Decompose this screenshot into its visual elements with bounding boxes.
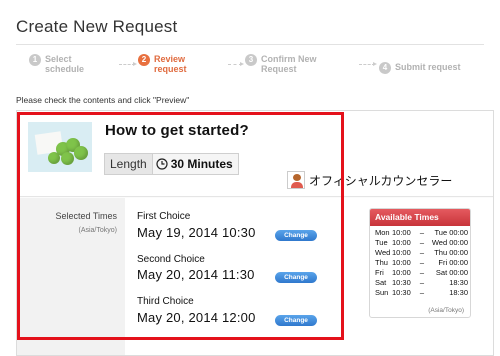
available-times-row: Mon 10:00– Tue 00:00 <box>375 228 468 237</box>
step-confirm-new-request: 3 Confirm New Request <box>245 54 317 74</box>
available-times-title: Available Times <box>370 209 470 226</box>
step-number: 4 <box>379 62 391 74</box>
step-number: 2 <box>138 54 150 66</box>
step-arrow <box>359 62 377 66</box>
available-times-row: Tue 10:00– Wed 00:00 <box>375 238 468 247</box>
step-review-request: 2 Review request <box>138 54 187 74</box>
step-number: 1 <box>29 54 41 66</box>
available-times-list: Mon 10:00– Tue 00:00 Tue 10:00– Wed 00:00 We… <box>370 226 470 298</box>
progress-steps: 1 Select schedule 2 Review request 3 Confi… <box>16 54 486 80</box>
step-label: Review request <box>154 54 187 74</box>
available-times-row: Sat 10:30–18:30 <box>375 278 468 287</box>
title-divider <box>16 44 484 45</box>
available-times-row: Wed 10:00– Thu 00:00 <box>375 248 468 257</box>
step-arrow <box>228 62 244 66</box>
highlight-frame <box>17 112 344 340</box>
step-number: 3 <box>245 54 257 66</box>
available-times-row: Fri 10:00– Sat 00:00 <box>375 268 468 277</box>
available-times-row: Thu 10:00– Fri 00:00 <box>375 258 468 267</box>
step-submit-request: 4 Submit request <box>379 62 461 74</box>
step-select-schedule: 1 Select schedule <box>29 54 84 74</box>
available-times-row: Sun 10:30–18:30 <box>375 288 468 297</box>
instruction-text: Please check the contents and click "Pre… <box>16 95 190 105</box>
step-label: Submit request <box>395 62 461 72</box>
step-arrow <box>119 62 137 66</box>
page-title: Create New Request <box>16 17 178 36</box>
available-times-timezone: (Asia/Tokyo) <box>428 307 464 314</box>
available-times-panel: Available Times Mon 10:00– Tue 00:00 Tue 10… <box>369 208 471 318</box>
step-label: Select schedule <box>45 54 85 74</box>
step-label: Confirm New Request <box>261 54 317 74</box>
